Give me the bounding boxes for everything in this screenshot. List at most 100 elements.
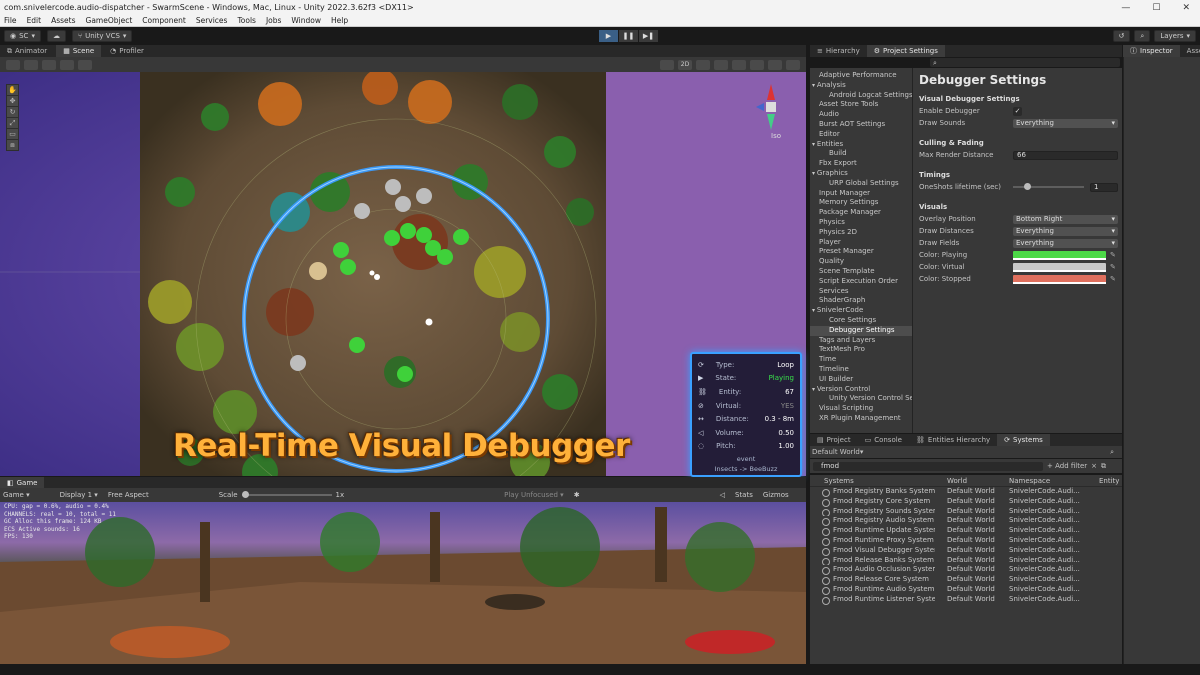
- color-stopped-swatch[interactable]: [1013, 274, 1106, 284]
- eyedropper-icon[interactable]: ✎: [1110, 263, 1118, 271]
- display-dropdown[interactable]: Display 1 ▾: [60, 491, 98, 499]
- table-row[interactable]: Fmod Visual Debugger System Default World…: [810, 546, 1122, 556]
- settings-tree-item[interactable]: Preset Manager: [810, 247, 912, 257]
- settings-tree-item[interactable]: Version Control: [810, 385, 912, 395]
- tab-entities-hierarchy[interactable]: ⛓ Entities Hierarchy: [909, 434, 997, 446]
- oneshots-lifetime-slider[interactable]: [1013, 183, 1084, 190]
- draw-fields-dropdown[interactable]: Everything ▾: [1013, 238, 1118, 248]
- color-playing-swatch[interactable]: [1013, 250, 1106, 260]
- draw-sounds-dropdown[interactable]: Everything ▾: [1013, 118, 1118, 128]
- settings-tree-item[interactable]: Build: [810, 149, 912, 159]
- pause-button[interactable]: ❚❚: [619, 30, 638, 42]
- visibility-button[interactable]: [750, 59, 764, 70]
- slider-handle[interactable]: [1023, 183, 1031, 190]
- settings-tree-item[interactable]: Tags and Layers: [810, 336, 912, 346]
- search-button[interactable]: ⌕: [1134, 30, 1151, 42]
- settings-tree-item[interactable]: Script Execution Order: [810, 277, 912, 287]
- game-mode-dropdown[interactable]: Game ▾: [3, 491, 30, 499]
- play-button[interactable]: ▶: [599, 30, 618, 42]
- settings-tree-item[interactable]: Editor: [810, 130, 912, 140]
- settings-tree-item[interactable]: Unity Version Control Se: [810, 394, 912, 404]
- settings-tree-item[interactable]: UI Builder: [810, 375, 912, 385]
- menu-edit[interactable]: Edit: [27, 16, 42, 25]
- tab-scene[interactable]: ▦ Scene: [56, 45, 102, 57]
- menu-jobs[interactable]: Jobs: [266, 16, 281, 25]
- close-icon[interactable]: ✕: [1182, 3, 1190, 13]
- draw-distances-dropdown[interactable]: Everything ▾: [1013, 226, 1118, 236]
- cloud-button[interactable]: ☁: [46, 30, 66, 42]
- game-view[interactable]: [0, 502, 806, 664]
- table-row[interactable]: Fmod Runtime Listener System Default Worl…: [810, 595, 1122, 605]
- settings-tree-item[interactable]: Debugger Settings: [810, 325, 912, 336]
- step-button[interactable]: ▶❚: [639, 30, 658, 42]
- settings-tree-item[interactable]: Scene Template: [810, 267, 912, 277]
- camera-button[interactable]: [768, 59, 782, 70]
- table-row[interactable]: Fmod Release Banks System Default World Sn…: [810, 556, 1122, 566]
- settings-tree-item[interactable]: TextMesh Pro: [810, 345, 912, 355]
- account-button[interactable]: ◉ SC ▾: [4, 30, 41, 42]
- tab-game[interactable]: ◧ Game: [0, 476, 45, 489]
- settings-tree-item[interactable]: Physics: [810, 218, 912, 228]
- mute-icon[interactable]: ◁: [720, 491, 725, 499]
- eyedropper-icon[interactable]: ✎: [1110, 275, 1118, 283]
- menu-tools[interactable]: Tools: [237, 16, 255, 25]
- tab-hierarchy[interactable]: ≡ Hierarchy: [810, 45, 867, 57]
- rect-tool-icon[interactable]: ▭: [7, 129, 18, 139]
- settings-tree-item[interactable]: Player: [810, 238, 912, 248]
- table-row[interactable]: Fmod Runtime Proxy System Default World Sn…: [810, 536, 1122, 546]
- tab-inspector[interactable]: ⓘ Inspector: [1123, 45, 1180, 57]
- menu-gameobject[interactable]: GameObject: [86, 16, 133, 25]
- eyedropper-icon[interactable]: ✎: [1110, 251, 1118, 259]
- settings-tree-item[interactable]: Memory Settings: [810, 198, 912, 208]
- settings-tree-item[interactable]: Services: [810, 287, 912, 297]
- menu-window[interactable]: Window: [291, 16, 321, 25]
- mode-2d-button[interactable]: 2D: [678, 59, 692, 70]
- pivot-button[interactable]: [24, 59, 38, 70]
- world-selector[interactable]: Default World ▾ ⌕: [810, 446, 1122, 458]
- settings-tree-item[interactable]: Audio: [810, 110, 912, 120]
- maximize-icon[interactable]: ☐: [1152, 3, 1160, 13]
- clear-filter-button[interactable]: ×: [1091, 462, 1097, 470]
- increment-button[interactable]: [78, 59, 92, 70]
- gizmos-toggle[interactable]: Gizmos: [763, 491, 789, 499]
- layers-dropdown[interactable]: Layers ▾: [1154, 30, 1196, 42]
- enable-debugger-checkbox[interactable]: ✓: [1013, 106, 1022, 116]
- search-icon[interactable]: ⌕: [1110, 448, 1122, 457]
- options-icon[interactable]: ⧉: [1101, 462, 1106, 471]
- settings-tree-item[interactable]: Visual Scripting: [810, 404, 912, 414]
- tab-project[interactable]: ▤ Project: [810, 434, 858, 446]
- vcs-button[interactable]: ⑂ Unity VCS ▾: [71, 30, 133, 42]
- settings-tree-item[interactable]: SnivelerCode: [810, 306, 912, 316]
- stats-button[interactable]: Stats: [735, 491, 753, 499]
- effects-button[interactable]: [732, 59, 746, 70]
- settings-tree-item[interactable]: Quality: [810, 257, 912, 267]
- tab-console[interactable]: ▭ Console: [858, 434, 909, 446]
- table-row[interactable]: Fmod Release Core System Default World Sni…: [810, 575, 1122, 585]
- menu-services[interactable]: Services: [196, 16, 228, 25]
- settings-tree-item[interactable]: ShaderGraph: [810, 296, 912, 306]
- history-button[interactable]: ↺: [1112, 30, 1131, 42]
- settings-tree-item[interactable]: Core Settings: [810, 316, 912, 326]
- grid-button[interactable]: [42, 59, 56, 70]
- tab-project-settings[interactable]: ⚙ Project Settings: [866, 45, 945, 57]
- aspect-dropdown[interactable]: Free Aspect: [108, 491, 149, 499]
- table-row[interactable]: Fmod Registry Audio System Default World S…: [810, 516, 1122, 527]
- settings-tree-item[interactable]: Timeline: [810, 365, 912, 375]
- settings-tree-item[interactable]: Adaptive Performance: [810, 71, 912, 81]
- menu-component[interactable]: Component: [142, 16, 186, 25]
- oneshots-lifetime-field[interactable]: 1: [1090, 182, 1118, 192]
- play-focus-dropdown[interactable]: Play Unfocused ▾: [504, 491, 564, 499]
- table-row[interactable]: Fmod Registry Banks System Default World S…: [810, 487, 1122, 497]
- menu-assets[interactable]: Assets: [51, 16, 75, 25]
- tab-profiler[interactable]: ◔ Profiler: [103, 45, 151, 57]
- move-tool-icon[interactable]: ✥: [7, 96, 18, 106]
- scale-slider[interactable]: Scale 1x: [219, 491, 344, 499]
- max-render-distance-field[interactable]: 66: [1013, 150, 1118, 160]
- rotate-tool-icon[interactable]: ↻: [7, 107, 18, 117]
- menu-file[interactable]: File: [4, 16, 17, 25]
- settings-tree-item[interactable]: Time: [810, 355, 912, 365]
- settings-tree-item[interactable]: Burst AOT Settings: [810, 120, 912, 130]
- table-row[interactable]: Fmod Registry Sounds System Default World…: [810, 507, 1122, 517]
- add-filter-button[interactable]: + Add filter: [1047, 462, 1087, 470]
- scene-view[interactable]: Iso: [0, 72, 806, 476]
